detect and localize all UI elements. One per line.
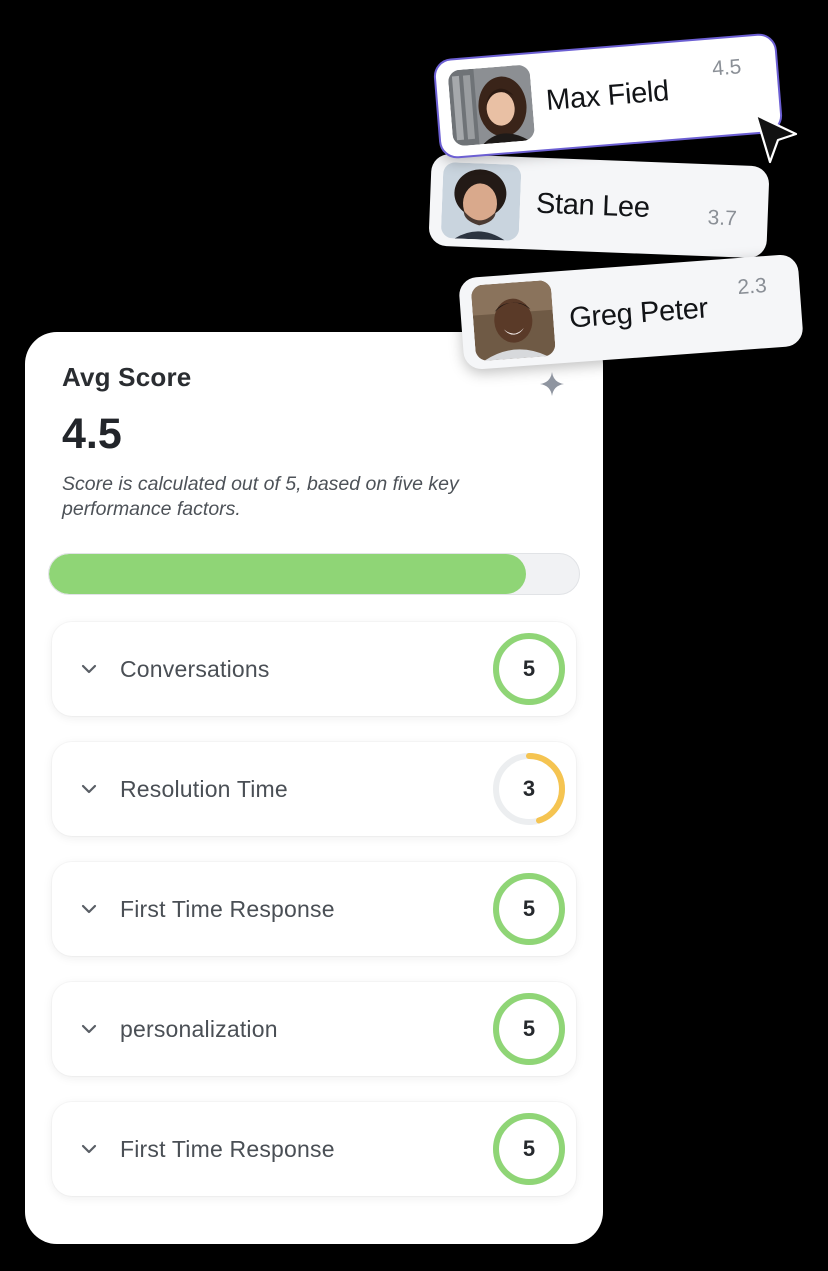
avg-score-card: Avg Score 4.5 Score is calculated out of… xyxy=(25,332,603,1244)
avatar xyxy=(470,279,556,362)
avatar xyxy=(440,162,522,241)
user-name: Stan Lee xyxy=(535,187,651,224)
avg-score-value: 4.5 xyxy=(62,410,122,458)
chevron-down-icon[interactable] xyxy=(80,1020,98,1038)
sparkle-icon xyxy=(540,372,564,396)
user-card-greg-peter[interactable]: Greg Peter 2.3 xyxy=(458,253,804,371)
score-ring: 5 xyxy=(491,871,567,947)
chevron-down-icon[interactable] xyxy=(80,900,98,918)
score-progress-bar xyxy=(48,553,580,595)
factor-list: Conversations 5 Resolution Time 3 First Time… xyxy=(52,622,576,1222)
user-name: Max Field xyxy=(544,75,671,117)
factor-row[interactable]: Conversations 5 xyxy=(52,622,576,716)
factor-score-value: 5 xyxy=(522,1136,536,1161)
factor-label: personalization xyxy=(120,1016,278,1042)
score-ring: 5 xyxy=(491,991,567,1067)
factor-label: First Time Response xyxy=(120,1136,335,1162)
user-score: 2.3 xyxy=(736,274,768,300)
factor-row[interactable]: First Time Response 5 xyxy=(52,1102,576,1196)
chevron-down-icon[interactable] xyxy=(80,1140,98,1158)
score-ring: 5 xyxy=(491,631,567,707)
factor-row[interactable]: First Time Response 5 xyxy=(52,862,576,956)
avatar-photo xyxy=(447,64,536,147)
user-name: Greg Peter xyxy=(568,292,709,335)
score-ring: 5 xyxy=(491,1111,567,1187)
card-title: Avg Score xyxy=(62,362,192,392)
user-score: 3.7 xyxy=(707,206,738,231)
factor-label: First Time Response xyxy=(120,896,335,922)
user-card-stan-lee[interactable]: Stan Lee 3.7 xyxy=(428,153,770,259)
chevron-down-icon[interactable] xyxy=(80,780,98,798)
chevron-down-icon[interactable] xyxy=(80,660,98,678)
avatar-photo xyxy=(440,162,522,241)
avatar-photo xyxy=(470,279,556,362)
user-score: 4.5 xyxy=(711,55,743,81)
factor-row[interactable]: Resolution Time 3 xyxy=(52,742,576,836)
progress-fill xyxy=(49,554,526,594)
factor-label: Conversations xyxy=(120,656,270,682)
score-description: Score is calculated out of 5, based on f… xyxy=(62,473,459,520)
avatar xyxy=(447,64,536,147)
factor-score-value: 5 xyxy=(522,656,536,681)
factor-row[interactable]: personalization 5 xyxy=(52,982,576,1076)
factor-score-value: 5 xyxy=(522,896,536,921)
factor-score-value: 5 xyxy=(522,1016,536,1041)
cursor-pointer-icon xyxy=(754,113,798,164)
factor-score-value: 3 xyxy=(522,776,536,801)
score-ring: 3 xyxy=(491,751,567,827)
factor-label: Resolution Time xyxy=(120,776,288,802)
user-card-max-field[interactable]: Max Field 4.5 xyxy=(432,32,784,160)
